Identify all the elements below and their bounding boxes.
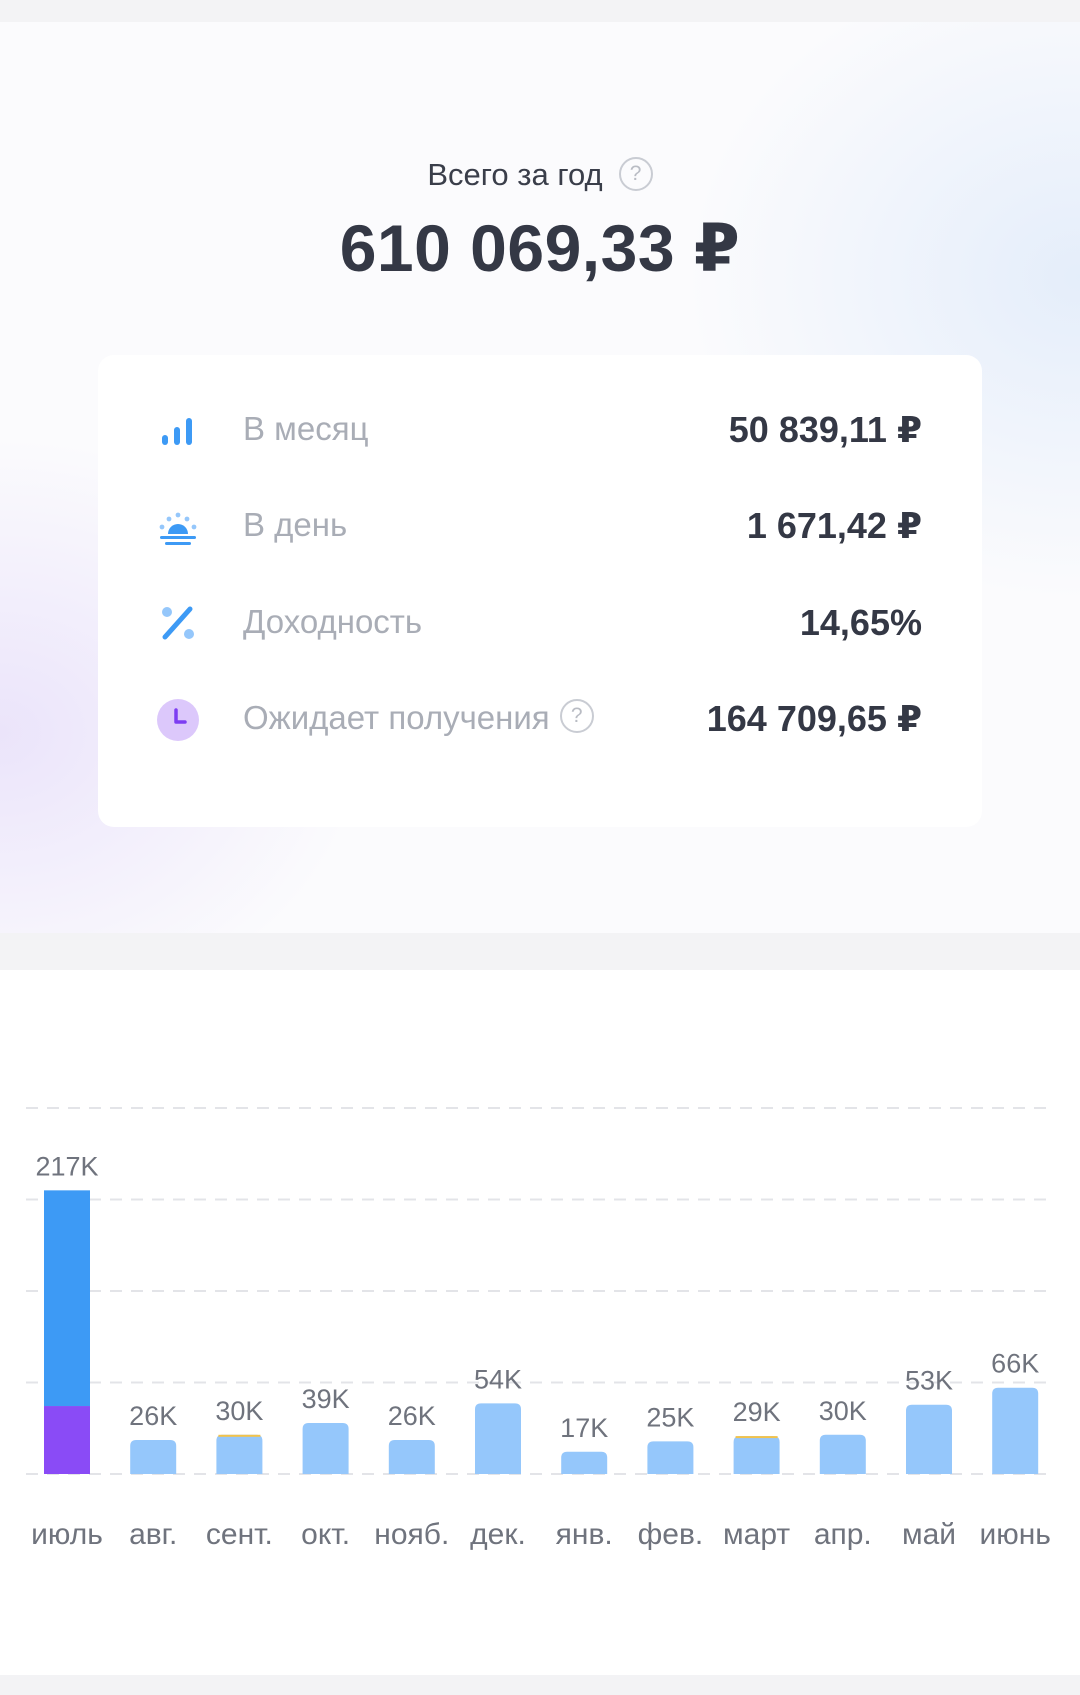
x-tick-label: нояб. [374, 1518, 449, 1551]
section-divider [0, 933, 1080, 970]
help-icon[interactable]: ? [618, 156, 653, 191]
bar [130, 1440, 177, 1474]
sunrise-icon [159, 512, 197, 545]
data-label: 66K [991, 1349, 1039, 1379]
summary-section: Всего за год? 610 069,33 ₽ В месяц 50 83… [0, 22, 1080, 933]
data-label: 217K [35, 1151, 98, 1181]
bar [561, 1451, 608, 1474]
stat-value: 50 839,11 ₽ [728, 409, 922, 450]
x-tick-label: авг. [129, 1518, 177, 1551]
bar [819, 1434, 866, 1474]
stat-row-monthly: В месяц 50 839,11 ₽ [98, 400, 982, 460]
summary-title-text: Всего за год [427, 157, 603, 192]
data-label: 17K [560, 1413, 608, 1443]
x-tick-label: дек. [470, 1518, 526, 1551]
summary-total: 610 069,33 ₽ [339, 211, 741, 285]
bar [302, 1423, 349, 1474]
x-tick-label: май [902, 1518, 956, 1551]
x-tick-label: апр. [814, 1518, 872, 1551]
x-tick-label: фев. [638, 1518, 704, 1551]
stat-label: В день [243, 506, 348, 543]
bar [992, 1387, 1039, 1474]
bar [647, 1441, 694, 1474]
data-label: 25K [646, 1402, 694, 1432]
stat-label: В месяц [243, 410, 369, 447]
stat-label: Доходность [243, 603, 423, 640]
bar [733, 1436, 780, 1474]
stat-label: Ожидает получения? [243, 699, 594, 737]
top-strip [0, 0, 1080, 22]
bar-segment-upper [44, 1190, 90, 1407]
stat-value: 164 709,65 ₽ [706, 698, 922, 739]
data-label: 26K [388, 1401, 436, 1431]
stat-value: 1 671,42 ₽ [746, 505, 922, 546]
x-tick-label: сент. [206, 1518, 273, 1551]
bar [388, 1440, 435, 1474]
data-label: 30K [819, 1396, 867, 1426]
data-label: 30K [215, 1396, 263, 1426]
chart-panel: 217K июль 26K авг. 30K сент. 39K окт. 26K нояб. 54… [0, 970, 1080, 1675]
stat-row-pending: Ожидает получения? 164 709,65 ₽ [98, 689, 982, 749]
clock-icon [157, 699, 199, 741]
data-label: 39K [302, 1384, 350, 1414]
summary-title: Всего за год? [0, 156, 1080, 194]
data-label: 29K [733, 1397, 781, 1427]
x-tick-label: окт. [301, 1518, 350, 1551]
bar [906, 1404, 952, 1474]
help-icon[interactable]: ? [559, 699, 594, 734]
bar [475, 1403, 521, 1474]
bar [216, 1434, 263, 1474]
stat-label-text: Ожидает получения [243, 699, 550, 736]
stat-row-daily: В день 1 671,42 ₽ [98, 496, 982, 556]
percent-icon [162, 606, 194, 640]
x-tick-label: июль [31, 1518, 103, 1551]
monthly-income-chart: 217K июль 26K авг. 30K сент. 39K окт. 26K нояб. 54… [26, 1107, 1054, 1551]
data-label: 53K [905, 1366, 953, 1396]
x-tick-label: янв. [556, 1518, 613, 1551]
bar-segment-lower [44, 1406, 90, 1474]
x-tick-label: март [723, 1518, 790, 1551]
bar-accent-line [218, 1434, 261, 1437]
bar-accent-line [735, 1436, 778, 1439]
stat-value: 14,65% [799, 602, 922, 643]
bottom-strip [0, 1675, 1080, 1695]
stats-card: В месяц 50 839,11 ₽ В день 1 671,42 ₽ До… [98, 355, 982, 827]
stat-row-yield: Доходность 14,65% [98, 593, 982, 653]
bar-signal-icon [162, 418, 192, 445]
data-label: 26K [129, 1401, 177, 1431]
x-tick-label: июнь [979, 1518, 1050, 1551]
data-label: 54K [474, 1364, 522, 1394]
